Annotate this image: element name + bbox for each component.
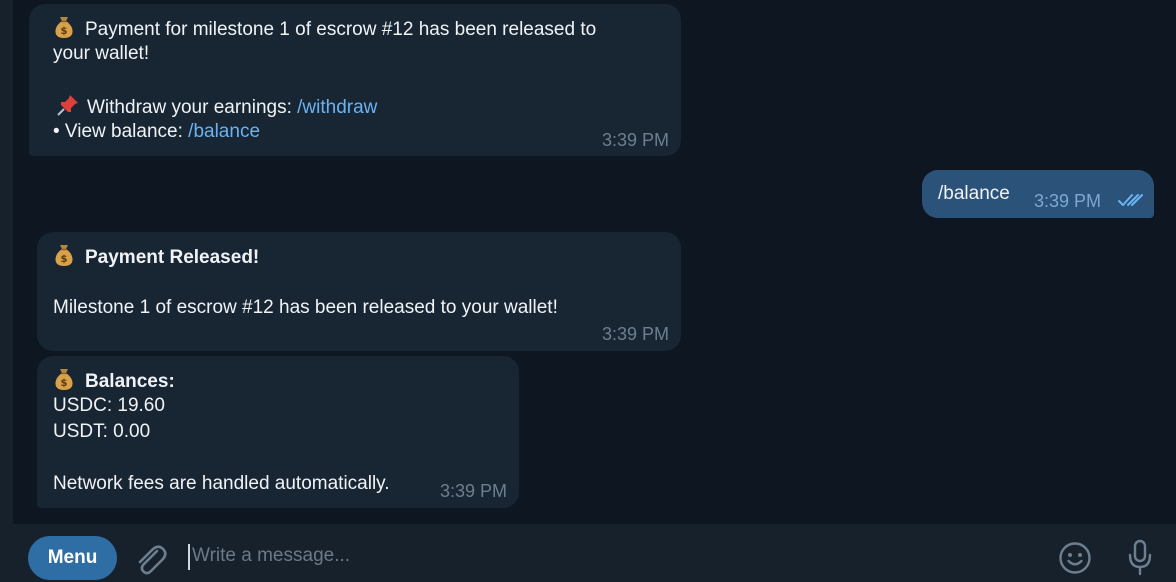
message-list[interactable]: $ Payment for milestone 1 of escrow #12 h… xyxy=(13,0,1176,524)
paperclip-icon[interactable] xyxy=(133,540,167,578)
message-text-line: $ Payment for milestone 1 of escrow #12 h… xyxy=(53,15,681,41)
left-panel-edge xyxy=(0,0,13,582)
withdraw-command-link[interactable]: /withdraw xyxy=(297,97,377,118)
withdraw-label: Withdraw your earnings: xyxy=(87,97,298,118)
message-bubble-incoming[interactable]: $ Balances: USDC: 19.60 USDT: 0.00 Networ… xyxy=(37,356,519,508)
message-text-line: $ Balances: xyxy=(53,367,519,393)
message-timestamp: 3:39 PM xyxy=(601,324,669,344)
message-timestamp: 3:39 PM xyxy=(1034,191,1102,211)
usdt-balance: USDT: 0.00 xyxy=(53,421,151,442)
money-bag-emoji-icon: $ xyxy=(55,369,73,390)
balance-command-link[interactable]: /balance xyxy=(188,121,260,142)
money-bag-emoji-icon: $ xyxy=(55,17,73,38)
telegram-chat-window: $ Payment for milestone 1 of escrow #12 h… xyxy=(0,0,1176,582)
message-text: your wallet! xyxy=(53,43,150,64)
message-text: Payment for milestone 1 of escrow #12 ha… xyxy=(85,19,597,40)
message-text-line: $ Payment Released! xyxy=(53,243,681,269)
compose-bar: Menu xyxy=(13,524,1176,582)
microphone-icon[interactable] xyxy=(1126,539,1154,577)
text-caret xyxy=(188,544,190,570)
svg-text:$: $ xyxy=(61,26,68,37)
money-bag-emoji-icon: $ xyxy=(55,245,73,266)
message-text: Milestone 1 of escrow #12 has been relea… xyxy=(53,297,558,318)
message-title: Payment Released! xyxy=(85,247,260,268)
message-bubble-outgoing[interactable]: /balance 3:39 PM xyxy=(922,170,1154,218)
svg-text:$: $ xyxy=(61,378,68,389)
pushpin-emoji-icon xyxy=(57,95,78,116)
message-title: Balances: xyxy=(85,371,175,392)
svg-text:$: $ xyxy=(61,254,68,265)
smiley-icon[interactable] xyxy=(1058,541,1092,575)
message-input-wrapper xyxy=(188,541,1008,571)
message-timestamp: 3:39 PM xyxy=(601,130,669,150)
message-bubble-incoming[interactable]: $ Payment for milestone 1 of escrow #12 h… xyxy=(29,4,681,156)
message-timestamp: 3:39 PM xyxy=(439,481,507,501)
balance-label: • View balance: xyxy=(53,121,189,142)
message-bubble-incoming[interactable]: $ Payment Released! Milestone 1 of escrow… xyxy=(37,232,681,351)
message-text-line: • View balance: /balance xyxy=(53,119,681,145)
double-check-icon xyxy=(1118,194,1143,206)
usdc-balance: USDC: 19.60 xyxy=(53,395,165,416)
menu-button[interactable]: Menu xyxy=(28,536,117,580)
message-input[interactable] xyxy=(192,541,992,571)
message-text-line: Withdraw your earnings: /withdraw xyxy=(53,93,681,119)
